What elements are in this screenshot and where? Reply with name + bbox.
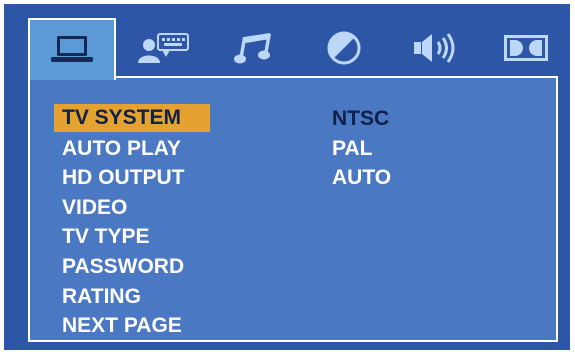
category-tab-bar bbox=[4, 4, 570, 80]
tab-audio-setup[interactable] bbox=[210, 18, 298, 78]
option-auto[interactable]: AUTO bbox=[330, 163, 393, 193]
tab-speaker-setup[interactable] bbox=[392, 18, 480, 78]
option-ntsc[interactable]: NTSC bbox=[330, 104, 393, 134]
menu-item-auto-play[interactable]: AUTO PLAY bbox=[54, 134, 210, 164]
panel-top-border bbox=[116, 76, 558, 78]
menu-item-next-page[interactable]: NEXT PAGE bbox=[54, 311, 210, 341]
menu-item-tv-system[interactable]: TV SYSTEM bbox=[54, 104, 210, 132]
tab-dolby-setup[interactable] bbox=[482, 18, 570, 78]
menu-item-hd-output[interactable]: HD OUTPUT bbox=[54, 163, 210, 193]
menu-item-password[interactable]: PASSWORD bbox=[54, 252, 210, 282]
music-note-icon bbox=[234, 33, 271, 64]
dolby-icon bbox=[504, 35, 548, 61]
settings-menu: TV SYSTEM AUTO PLAY HD OUTPUT VIDEO TV T… bbox=[54, 104, 210, 341]
tab-general-setup[interactable] bbox=[28, 18, 116, 80]
option-list: NTSC PAL AUTO bbox=[330, 104, 393, 193]
menu-item-tv-type[interactable]: TV TYPE bbox=[54, 222, 210, 252]
laptop-icon bbox=[51, 36, 93, 62]
user-keyboard-icon bbox=[138, 33, 189, 63]
menu-item-rating[interactable]: RATING bbox=[54, 282, 210, 312]
settings-panel: TV SYSTEM AUTO PLAY HD OUTPUT VIDEO TV T… bbox=[28, 76, 558, 342]
tab-video-setup[interactable] bbox=[300, 18, 388, 78]
option-pal[interactable]: PAL bbox=[330, 134, 393, 164]
contrast-icon bbox=[327, 31, 361, 65]
speaker-icon bbox=[414, 33, 455, 63]
tab-user-setup[interactable] bbox=[120, 18, 208, 78]
setup-menu-window: TV SYSTEM AUTO PLAY HD OUTPUT VIDEO TV T… bbox=[4, 4, 570, 350]
menu-item-video[interactable]: VIDEO bbox=[54, 193, 210, 223]
